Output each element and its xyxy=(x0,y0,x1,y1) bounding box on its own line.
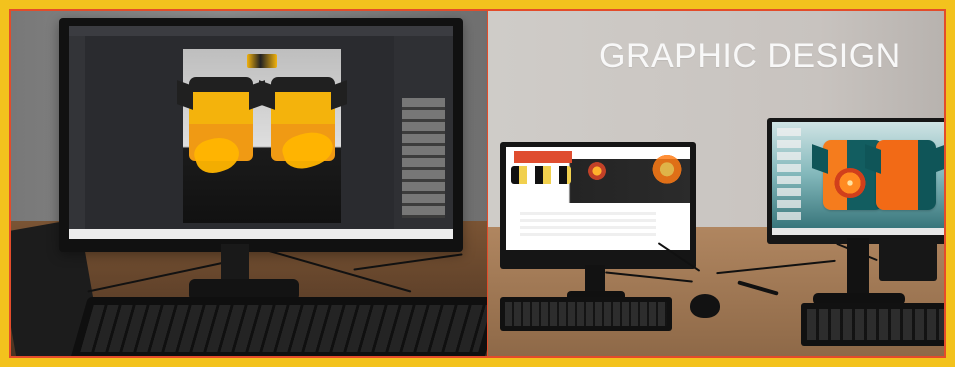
photoshop-screen xyxy=(69,26,453,239)
desktop-taskbar xyxy=(772,228,944,235)
large-monitor xyxy=(767,118,944,244)
right-keyboard xyxy=(801,303,944,346)
teal-orange-polo-back xyxy=(876,140,936,210)
windows-taskbar xyxy=(69,229,453,239)
collage-inner: GRAPHIC DESIGN xyxy=(9,9,946,358)
computer-mouse xyxy=(690,294,720,318)
desktop-computer-box xyxy=(879,239,937,281)
left-keyboard xyxy=(69,297,487,356)
left-workstation-photo xyxy=(11,11,487,356)
graphic-design-title: GRAPHIC DESIGN xyxy=(599,37,901,75)
decorative-orange-graphic xyxy=(651,154,683,188)
photoshop-tool-bar xyxy=(69,36,85,239)
brand-logo-mark xyxy=(588,162,606,180)
website-shirt-images xyxy=(511,166,571,184)
desktop-icon-column xyxy=(777,128,801,224)
left-monitor xyxy=(59,18,463,252)
website-body-content xyxy=(520,212,656,236)
photoshop-menu-bar xyxy=(69,26,453,36)
phoenix-graphic xyxy=(834,168,866,198)
photoshop-layer-list xyxy=(402,98,445,218)
website-banner-red-text-block xyxy=(514,151,572,163)
photo-collage-frame: GRAPHIC DESIGN xyxy=(0,0,955,367)
middle-keyboard xyxy=(500,297,672,331)
right-workstation-photo: GRAPHIC DESIGN xyxy=(488,11,944,356)
website-screen xyxy=(506,147,690,250)
desktop-screen xyxy=(772,122,944,235)
polo-shirt-mockup-canvas xyxy=(183,49,341,223)
shirt-pattern-preview xyxy=(247,54,277,68)
